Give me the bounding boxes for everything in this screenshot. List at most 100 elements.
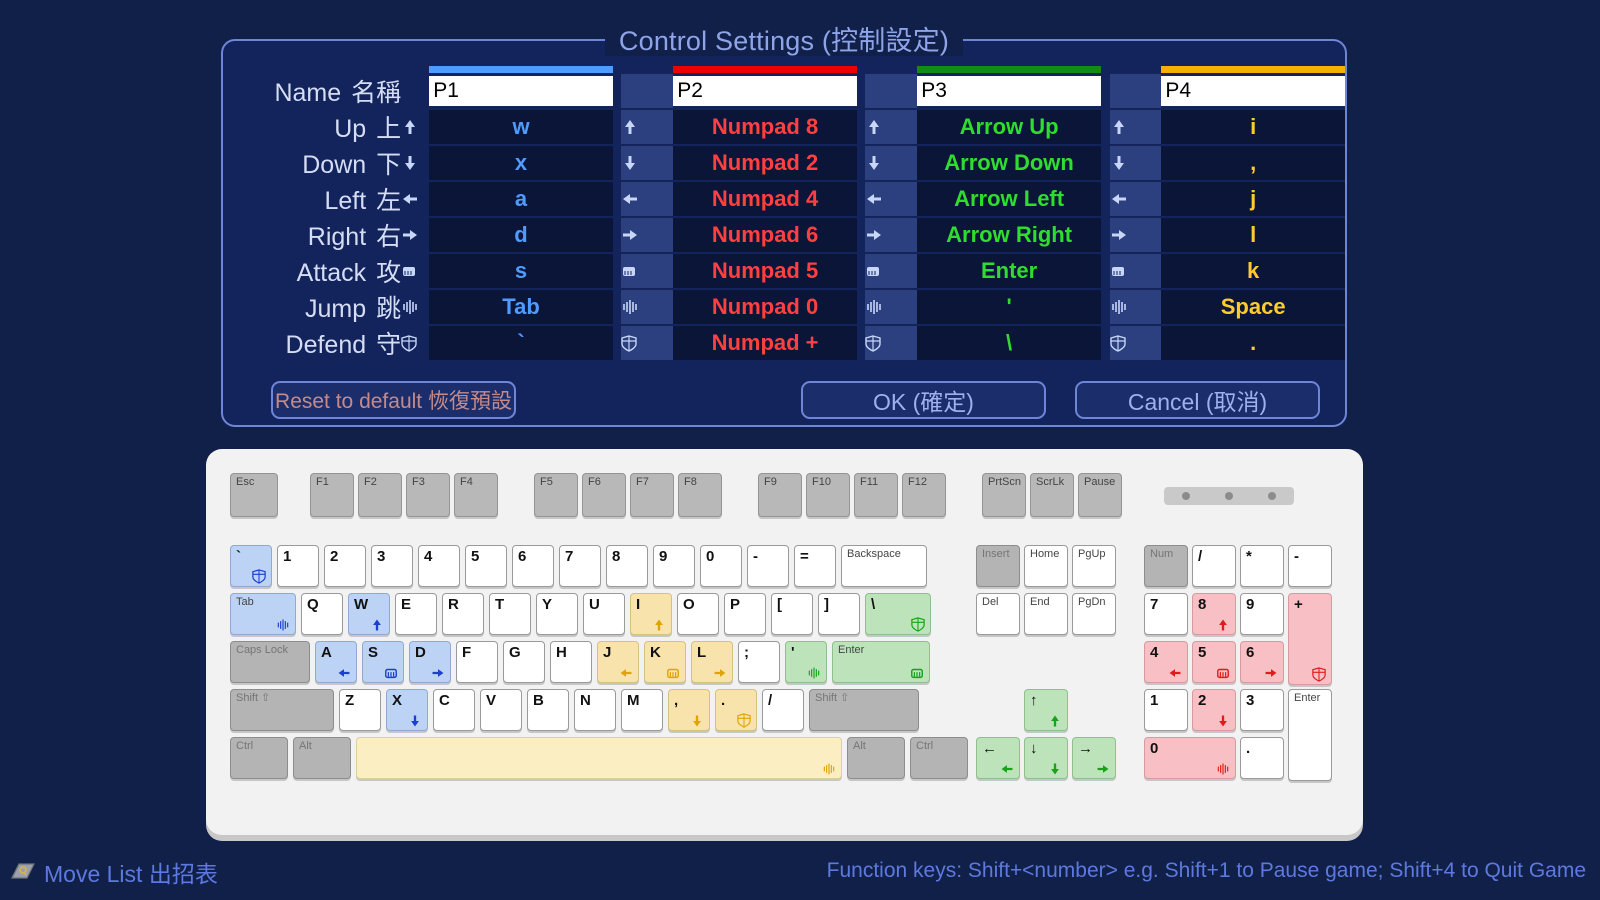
- key-alt-left[interactable]: Alt: [293, 737, 351, 779]
- key-t[interactable]: T: [489, 593, 531, 635]
- key-arrow-right[interactable]: →: [1072, 737, 1116, 779]
- key-prtscn[interactable]: PrtScn: [982, 473, 1026, 517]
- key-bracket-right[interactable]: ]: [818, 593, 860, 635]
- key-l[interactable]: L: [691, 641, 733, 683]
- key-numpad-0[interactable]: 0: [1144, 737, 1236, 779]
- key-p4-down[interactable]: ,: [1161, 145, 1345, 181]
- key-7[interactable]: 7: [559, 545, 601, 587]
- key-arrow-up[interactable]: ↑: [1024, 689, 1068, 731]
- key-3[interactable]: 3: [371, 545, 413, 587]
- key-m[interactable]: M: [621, 689, 663, 731]
- key-pause[interactable]: Pause: [1078, 473, 1122, 517]
- key-2[interactable]: 2: [324, 545, 366, 587]
- key-p1-down[interactable]: x: [429, 145, 613, 181]
- key-shift-left[interactable]: Shift ⇧: [230, 689, 334, 731]
- key-pgup[interactable]: PgUp: [1072, 545, 1116, 587]
- key-=[interactable]: =: [794, 545, 836, 587]
- key-scrlk[interactable]: ScrLk: [1030, 473, 1074, 517]
- key-9[interactable]: 9: [653, 545, 695, 587]
- key-p4-jump[interactable]: Space: [1161, 289, 1345, 325]
- key-f1[interactable]: F1: [310, 473, 354, 517]
- key-5[interactable]: 5: [465, 545, 507, 587]
- key-shift-right[interactable]: Shift ⇧: [809, 689, 919, 731]
- key-p2-left[interactable]: Numpad 4: [673, 181, 857, 217]
- name-input-p1[interactable]: [429, 76, 613, 106]
- key-p2-defend[interactable]: Numpad +: [673, 325, 857, 361]
- key-end[interactable]: End: [1024, 593, 1068, 635]
- key-r[interactable]: R: [442, 593, 484, 635]
- key-0[interactable]: 0: [700, 545, 742, 587]
- ok-button[interactable]: OK (確定): [801, 381, 1046, 419]
- key-p2-attack[interactable]: Numpad 5: [673, 253, 857, 289]
- key-p3-left[interactable]: Arrow Left: [917, 181, 1101, 217]
- key-4[interactable]: 4: [418, 545, 460, 587]
- key-p[interactable]: P: [724, 593, 766, 635]
- key-a[interactable]: A: [315, 641, 357, 683]
- key-p3-defend[interactable]: \: [917, 325, 1101, 361]
- key-numpad-decimal[interactable]: .: [1240, 737, 1284, 779]
- key-f2[interactable]: F2: [358, 473, 402, 517]
- key--[interactable]: -: [747, 545, 789, 587]
- key-6[interactable]: 6: [512, 545, 554, 587]
- key-backtick[interactable]: `: [230, 545, 272, 587]
- key-del[interactable]: Del: [976, 593, 1020, 635]
- key-c[interactable]: C: [433, 689, 475, 731]
- key-enter[interactable]: Enter: [832, 641, 930, 683]
- key-bracket-left[interactable]: [: [771, 593, 813, 635]
- key-numpad-divide[interactable]: /: [1192, 545, 1236, 587]
- key-p3-right[interactable]: Arrow Right: [917, 217, 1101, 253]
- key-p4-defend[interactable]: .: [1161, 325, 1345, 361]
- key-o[interactable]: O: [677, 593, 719, 635]
- key-period[interactable]: .: [715, 689, 757, 731]
- key-caps-lock[interactable]: Caps Lock: [230, 641, 310, 683]
- key-backslash[interactable]: \: [865, 593, 931, 635]
- key-arrow-down[interactable]: ↓: [1024, 737, 1068, 779]
- key-p1-up[interactable]: w: [429, 109, 613, 145]
- key-p1-attack[interactable]: s: [429, 253, 613, 289]
- key-p3-jump[interactable]: ': [917, 289, 1101, 325]
- key-slash[interactable]: /: [762, 689, 804, 731]
- key-u[interactable]: U: [583, 593, 625, 635]
- key-p3-down[interactable]: Arrow Down: [917, 145, 1101, 181]
- key-p1-jump[interactable]: Tab: [429, 289, 613, 325]
- key-p2-jump[interactable]: Numpad 0: [673, 289, 857, 325]
- reset-to-default-button[interactable]: Reset to default 恢復預設: [271, 381, 516, 419]
- key-f3[interactable]: F3: [406, 473, 450, 517]
- key-numpad-3[interactable]: 3: [1240, 689, 1284, 731]
- key-f[interactable]: F: [456, 641, 498, 683]
- key-y[interactable]: Y: [536, 593, 578, 635]
- key-p3-attack[interactable]: Enter: [917, 253, 1101, 289]
- key-arrow-left[interactable]: ←: [976, 737, 1020, 779]
- cancel-button[interactable]: Cancel (取消): [1075, 381, 1320, 419]
- key-f5[interactable]: F5: [534, 473, 578, 517]
- key-z[interactable]: Z: [339, 689, 381, 731]
- key-f10[interactable]: F10: [806, 473, 850, 517]
- key-quote[interactable]: ': [785, 641, 827, 683]
- key-f11[interactable]: F11: [854, 473, 898, 517]
- key-f6[interactable]: F6: [582, 473, 626, 517]
- key-i[interactable]: I: [630, 593, 672, 635]
- key-numpad-minus[interactable]: -: [1288, 545, 1332, 587]
- key-tab[interactable]: Tab: [230, 593, 296, 635]
- key-pgdn[interactable]: PgDn: [1072, 593, 1116, 635]
- key-p4-right[interactable]: l: [1161, 217, 1345, 253]
- key-p4-attack[interactable]: k: [1161, 253, 1345, 289]
- key-numpad-7[interactable]: 7: [1144, 593, 1188, 635]
- key-numpad-1[interactable]: 1: [1144, 689, 1188, 731]
- key-ctrl-left[interactable]: Ctrl: [230, 737, 288, 779]
- key-numpad-numlock[interactable]: Num: [1144, 545, 1188, 587]
- key-numpad-5[interactable]: 5: [1192, 641, 1236, 683]
- key-home[interactable]: Home: [1024, 545, 1068, 587]
- key-b[interactable]: B: [527, 689, 569, 731]
- key-p1-defend[interactable]: `: [429, 325, 613, 361]
- key-q[interactable]: Q: [301, 593, 343, 635]
- key-p4-up[interactable]: i: [1161, 109, 1345, 145]
- key-esc[interactable]: Esc: [230, 473, 278, 517]
- key-numpad-enter[interactable]: Enter: [1288, 689, 1332, 781]
- key-h[interactable]: H: [550, 641, 592, 683]
- key-comma[interactable]: ,: [668, 689, 710, 731]
- name-input-p2[interactable]: [673, 76, 857, 106]
- key-e[interactable]: E: [395, 593, 437, 635]
- key-v[interactable]: V: [480, 689, 522, 731]
- key-numpad-8[interactable]: 8: [1192, 593, 1236, 635]
